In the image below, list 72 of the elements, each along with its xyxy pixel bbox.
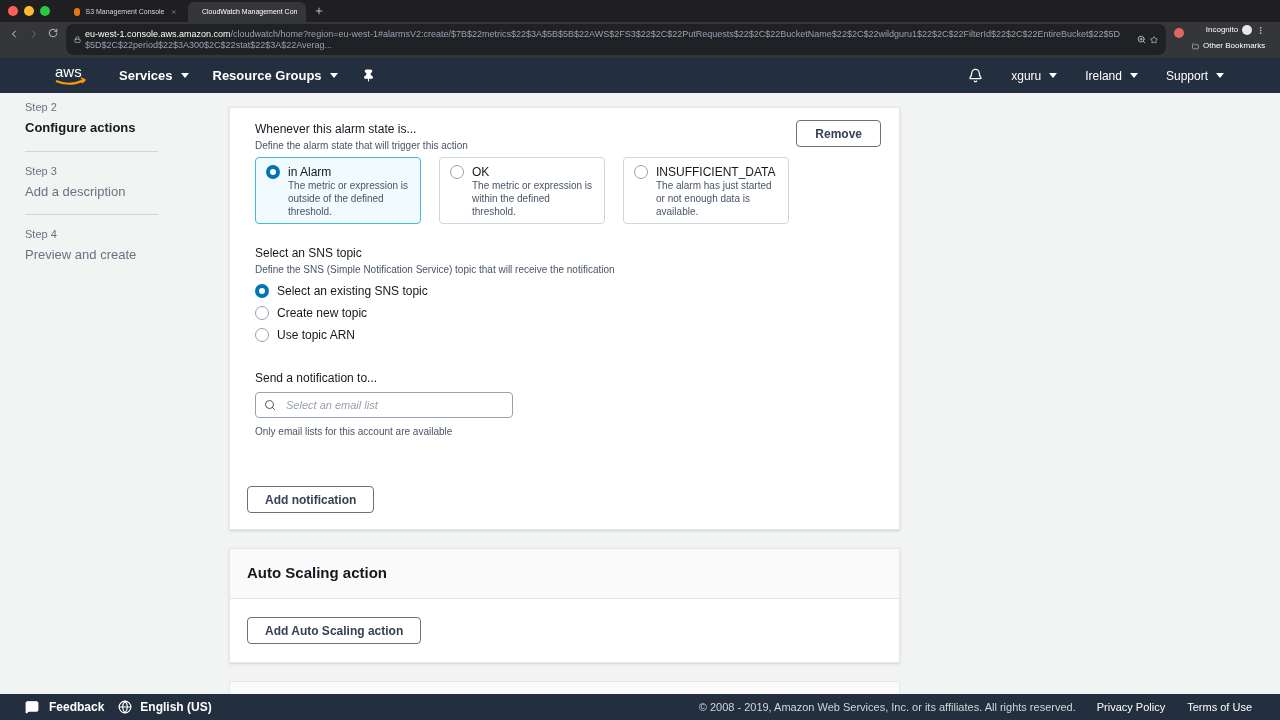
radio-button[interactable] <box>255 328 269 342</box>
option-title: OK <box>472 165 491 179</box>
step-link[interactable]: Preview and create <box>25 245 158 265</box>
lock-icon <box>74 36 81 43</box>
address-bar[interactable] <box>66 24 1166 55</box>
feedback-icon[interactable] <box>25 700 39 714</box>
close-window-icon[interactable] <box>8 6 18 16</box>
alarm-state-option[interactable]: INSUFFICIENT_DATA The alarm has just started or not enough data is available. <box>623 157 789 224</box>
privacy-link[interactable]: Privacy Policy <box>1096 698 1166 716</box>
notifications-icon[interactable] <box>968 68 984 83</box>
step-number: Step 3 <box>25 164 58 178</box>
step-link[interactable]: Configure actions <box>25 118 158 138</box>
extension-icon[interactable] <box>1174 28 1184 38</box>
close-tab-icon[interactable] <box>170 8 176 16</box>
url-text: eu-west-1.console.aws.amazon.com/cloudwatch/home?region=eu-west-1#alarmsV2:create/$7B$22metrics$22$3A$5B$5B$22AWS$2FS3$22$2C$22PutRequests$22$2C$22BucketName$22$2C$22wildguru1$22$2C$22FilterId$22$2C$22EntireBucket$22$5D$5D$2C$22period$22$3A300$2C$22stat$22$3A$22Averag... <box>85 28 1122 51</box>
email-list-search-field[interactable]: Select an email list <box>255 392 513 418</box>
caret-icon <box>1216 73 1224 78</box>
folder-icon <box>1192 42 1199 50</box>
option-title: INSUFFICIENT_DATA <box>656 165 777 179</box>
option-title: in Alarm <box>288 165 333 179</box>
caret-icon <box>1129 73 1138 78</box>
field-hint: Only email lists for this account are available <box>255 425 454 439</box>
maximize-window-icon[interactable] <box>40 6 50 16</box>
radio-button[interactable] <box>255 306 269 320</box>
alarm-state-option[interactable]: OK The metric or expression is within the defined threshold. <box>439 157 605 224</box>
section-hint: Define the alarm state that will trigger this action <box>255 139 468 153</box>
alarm-state-option[interactable]: in Alarm The metric or expression is outside of the defined threshold. <box>255 157 421 224</box>
zoom-icon[interactable] <box>1137 35 1146 44</box>
section-hint: Define the SNS (Simple Notification Service) topic that will receive the notification <box>255 263 616 277</box>
incognito-icon[interactable] <box>1242 25 1253 35</box>
section-label: Send a notification to... <box>255 370 379 387</box>
services-menu[interactable]: Services <box>119 65 189 86</box>
terms-link[interactable]: Terms of Use <box>1187 698 1252 716</box>
radio-label[interactable]: Select an existing SNS topic <box>277 282 428 300</box>
bookmarks-link[interactable]: Other Bookmarks <box>1203 40 1266 52</box>
remove-button[interactable]: Remove <box>796 120 881 147</box>
pin-icon[interactable] <box>361 69 375 82</box>
step-number: Step 4 <box>25 228 58 241</box>
language-link[interactable]: English (US) <box>140 698 212 716</box>
step-link[interactable]: Add a description <box>25 181 158 201</box>
option-description: The metric or expression is within the defined threshold. <box>472 179 594 218</box>
radio-button[interactable] <box>450 165 464 179</box>
caret-icon <box>1049 73 1058 78</box>
copyright-text: © 2008 - 2019, Amazon Web Services, Inc. or its affiliates. All rights reserved. <box>698 699 1076 715</box>
reload-icon[interactable] <box>48 28 58 38</box>
option-description: The alarm has just started or not enough data is available. <box>656 179 773 218</box>
bookmark-star-icon[interactable] <box>1150 35 1158 44</box>
minimize-window-icon[interactable] <box>24 6 34 16</box>
radio-label[interactable]: Use topic ARN <box>277 326 356 344</box>
add-notification-button[interactable]: Add notification <box>247 486 375 513</box>
section-label: Select an SNS topic <box>255 245 363 262</box>
region-menu[interactable]: Ireland <box>1085 66 1138 85</box>
new-tab-icon[interactable] <box>314 6 324 16</box>
tab-favicon-icon <box>74 8 80 16</box>
profile-label[interactable]: Incognito <box>1205 24 1239 36</box>
radio-button[interactable] <box>266 165 280 179</box>
panel-title: Auto Scaling action <box>247 563 387 584</box>
resource-groups-menu[interactable]: Resource Groups <box>212 65 338 86</box>
radio-button[interactable] <box>255 284 269 298</box>
globe-icon[interactable] <box>118 700 133 714</box>
search-icon <box>264 399 276 411</box>
radio-label[interactable]: Create new topic <box>277 304 368 322</box>
support-menu[interactable]: Support <box>1165 66 1224 85</box>
feedback-link[interactable]: Feedback <box>49 698 105 716</box>
step-number: Step 2 <box>25 101 58 114</box>
radio-button[interactable] <box>634 165 648 179</box>
user-menu[interactable]: xguru <box>1011 66 1058 85</box>
option-description: The metric or expression is outside of the defined threshold. <box>288 179 410 218</box>
section-label: Whenever this alarm state is... <box>255 121 418 138</box>
add-auto-scaling-button[interactable]: Add Auto Scaling action <box>247 617 422 644</box>
caret-icon <box>180 73 189 78</box>
caret-icon <box>329 73 338 78</box>
